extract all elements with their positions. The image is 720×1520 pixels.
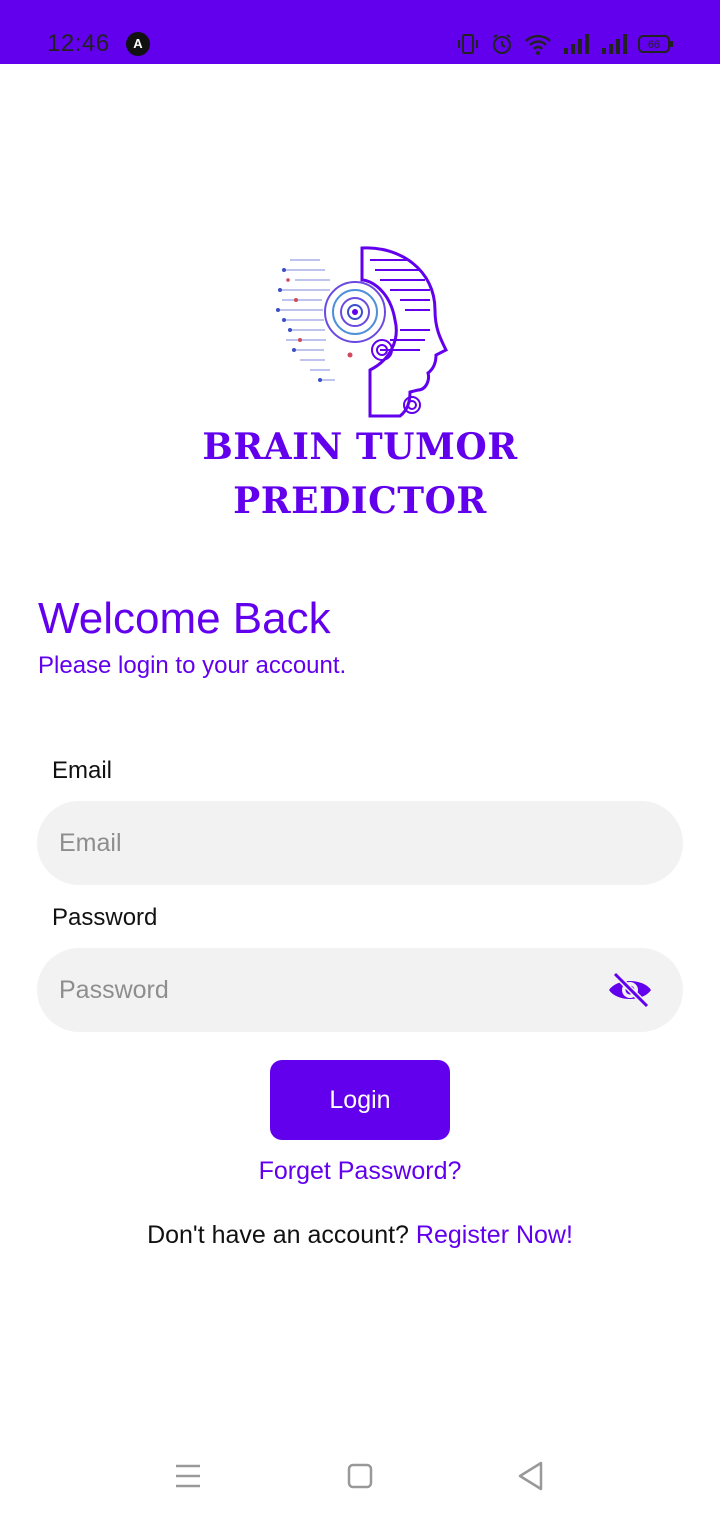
app-notification-icon: A	[126, 32, 150, 56]
register-link[interactable]: Register Now!	[416, 1221, 573, 1249]
forgot-password-link[interactable]: Forget Password?	[0, 1157, 720, 1186]
password-field[interactable]	[59, 948, 599, 1032]
email-label: Email	[52, 757, 113, 784]
menu-icon[interactable]	[174, 1458, 202, 1494]
password-label: Password	[52, 904, 158, 931]
home-icon[interactable]	[346, 1458, 374, 1494]
login-button[interactable]: Login	[270, 1060, 450, 1140]
brain-logo-icon	[276, 246, 449, 418]
password-field-container	[37, 948, 683, 1032]
alarm-icon	[493, 34, 511, 54]
email-field-container	[37, 801, 683, 885]
page-subtitle: Please login to your account.	[38, 652, 347, 679]
battery-icon: 66	[638, 35, 673, 53]
brand-title-line2: PREDICTOR	[233, 480, 487, 522]
vibrate-icon	[458, 34, 478, 54]
signal-icon	[602, 34, 627, 54]
page-title: Welcome Back	[38, 594, 331, 643]
status-time: 12:46	[47, 30, 110, 57]
system-nav-bar	[0, 1440, 720, 1520]
status-icons: 66	[456, 30, 674, 58]
status-bar: 12:46 A 66	[0, 0, 720, 64]
register-prompt: Don't have an account? Register Now!	[0, 1221, 720, 1250]
eye-off-icon[interactable]	[607, 970, 653, 1010]
signal-icon	[564, 34, 589, 54]
brand-title-line1: BRAIN TUMOR	[202, 426, 518, 468]
wifi-icon	[525, 34, 551, 55]
register-prompt-text: Don't have an account?	[147, 1221, 409, 1249]
back-icon[interactable]	[516, 1458, 544, 1494]
email-field[interactable]	[59, 801, 599, 885]
battery-level: 66	[648, 39, 660, 51]
